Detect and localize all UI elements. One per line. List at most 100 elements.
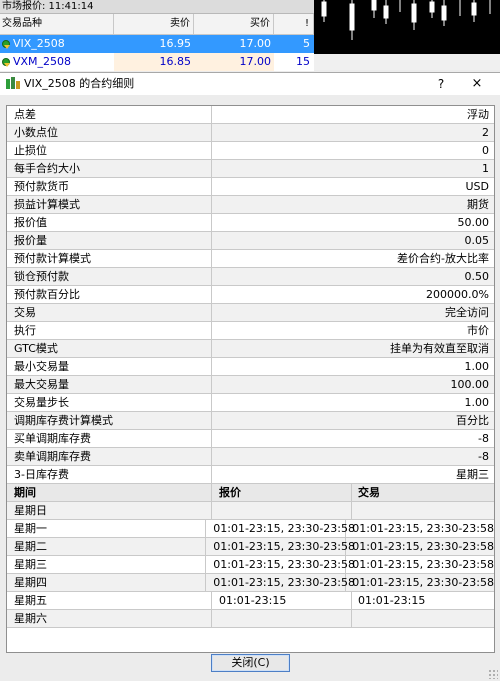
market-watch-row[interactable]: VXM_2508 16.85 17.00 15 bbox=[0, 53, 314, 71]
property-name: 买单调期库存费 bbox=[7, 430, 212, 447]
row-bid: 16.95 bbox=[159, 37, 192, 50]
market-watch-panel: 市场报价: 11:41:14 交易品种 卖价 买价 ! VIX_2508 16.… bbox=[0, 0, 314, 71]
sessions-header: 期间 报价 交易 bbox=[7, 484, 494, 502]
session-trade bbox=[352, 610, 494, 627]
property-row[interactable]: 预付款百分比 200000.0% bbox=[7, 286, 494, 304]
property-value: 200000.0% bbox=[426, 288, 489, 301]
session-trade bbox=[352, 502, 494, 519]
resize-grip-icon[interactable] bbox=[488, 669, 498, 679]
dialog-title: VIX_2508 的合约细则 bbox=[24, 77, 135, 90]
property-value: 挂单为有效直至取消 bbox=[390, 342, 489, 355]
property-row[interactable]: 锁仓预付款 0.50 bbox=[7, 268, 494, 286]
row-symbol: VXM_2508 bbox=[13, 55, 72, 68]
property-name: 执行 bbox=[7, 322, 212, 339]
property-value: 1 bbox=[482, 162, 489, 175]
session-row[interactable]: 星期一 01:01-23:15, 23:30-23:58 01:01-23:15, … bbox=[7, 520, 494, 538]
session-row[interactable]: 星期五 01:01-23:15 01:01-23:15 bbox=[7, 592, 494, 610]
session-quote bbox=[212, 610, 352, 627]
property-row[interactable]: 报价值 50.00 bbox=[7, 214, 494, 232]
session-row[interactable]: 星期三 01:01-23:15, 23:30-23:58 01:01-23:15, … bbox=[7, 556, 494, 574]
session-trade: 01:01-23:15, 23:30-23:58 bbox=[352, 540, 494, 553]
property-name: 每手合约大小 bbox=[7, 160, 212, 177]
session-row[interactable]: 星期日 bbox=[7, 502, 494, 520]
property-name: 止损位 bbox=[7, 142, 212, 159]
property-row[interactable]: 报价量 0.05 bbox=[7, 232, 494, 250]
property-name: 预付款计算模式 bbox=[7, 250, 212, 267]
chart-scrollbar[interactable] bbox=[314, 54, 500, 70]
sessions-col-trade: 交易 bbox=[358, 486, 380, 499]
property-row[interactable]: GTC模式 挂单为有效直至取消 bbox=[7, 340, 494, 358]
property-value: 完全访问 bbox=[445, 306, 489, 319]
property-row[interactable]: 最大交易量 100.00 bbox=[7, 376, 494, 394]
session-day: 星期二 bbox=[7, 538, 207, 555]
session-day: 星期六 bbox=[7, 610, 212, 627]
property-value: 100.00 bbox=[450, 378, 490, 391]
session-day: 星期四 bbox=[7, 574, 207, 591]
property-row[interactable]: 点差 浮动 bbox=[7, 106, 494, 124]
property-name: 预付款百分比 bbox=[7, 286, 212, 303]
property-row[interactable]: 预付款计算模式 差价合约-放大比率 bbox=[7, 250, 494, 268]
property-row[interactable]: 每手合约大小 1 bbox=[7, 160, 494, 178]
property-name: 交易量步长 bbox=[7, 394, 212, 411]
property-value: 期货 bbox=[467, 198, 489, 211]
session-trade: 01:01-23:15, 23:30-23:58 bbox=[352, 576, 494, 589]
property-value: 百分比 bbox=[456, 414, 489, 427]
help-icon[interactable]: ? bbox=[432, 73, 450, 95]
property-value: 0.50 bbox=[464, 270, 490, 283]
property-name: 点差 bbox=[7, 106, 212, 123]
property-row[interactable]: 损益计算模式 期货 bbox=[7, 196, 494, 214]
market-watch-row[interactable]: VIX_2508 16.95 17.00 5 bbox=[0, 35, 314, 53]
close-icon[interactable]: × bbox=[468, 73, 486, 95]
property-name: 小数点位 bbox=[7, 124, 212, 141]
session-trade: 01:01-23:15 bbox=[358, 594, 426, 607]
symbol-icon bbox=[2, 58, 10, 67]
session-row[interactable]: 星期四 01:01-23:15, 23:30-23:58 01:01-23:15, … bbox=[7, 574, 494, 592]
property-value: 0.05 bbox=[464, 234, 490, 247]
property-value: USD bbox=[465, 180, 489, 193]
property-value: 50.00 bbox=[457, 216, 490, 229]
property-value: 星期三 bbox=[456, 468, 489, 481]
property-row[interactable]: 卖单调期库存费 -8 bbox=[7, 448, 494, 466]
property-row[interactable]: 最小交易量 1.00 bbox=[7, 358, 494, 376]
property-row[interactable]: 买单调期库存费 -8 bbox=[7, 430, 494, 448]
property-row[interactable]: 小数点位 2 bbox=[7, 124, 494, 142]
session-trade: 01:01-23:15, 23:30-23:58 bbox=[352, 522, 494, 535]
property-row[interactable]: 3-日库存费 星期三 bbox=[7, 466, 494, 484]
session-quote: 01:01-23:15, 23:30-23:58 bbox=[206, 538, 355, 555]
session-quote: 01:01-23:15, 23:30-23:58 bbox=[206, 574, 355, 591]
property-value: 差价合约-放大比率 bbox=[397, 252, 489, 265]
property-name: 最小交易量 bbox=[7, 358, 212, 375]
property-row[interactable]: 交易量步长 1.00 bbox=[7, 394, 494, 412]
property-name: 卖单调期库存费 bbox=[7, 448, 212, 465]
column-bid[interactable]: 卖价 bbox=[114, 14, 194, 34]
property-name: 3-日库存费 bbox=[7, 466, 212, 483]
property-row[interactable]: 执行 市价 bbox=[7, 322, 494, 340]
market-watch-header: 交易品种 卖价 买价 ! bbox=[0, 14, 314, 35]
session-row[interactable]: 星期六 bbox=[7, 610, 494, 628]
sessions-col-period: 期间 bbox=[7, 484, 212, 501]
session-quote bbox=[212, 502, 352, 519]
contract-spec-icon bbox=[6, 77, 20, 89]
property-row[interactable]: 调期库存费计算模式 百分比 bbox=[7, 412, 494, 430]
property-row[interactable]: 止损位 0 bbox=[7, 142, 494, 160]
property-value: 市价 bbox=[467, 324, 489, 337]
property-value: 浮动 bbox=[467, 108, 489, 121]
session-day: 星期五 bbox=[7, 592, 212, 609]
property-name: 最大交易量 bbox=[7, 376, 212, 393]
property-value: 1.00 bbox=[464, 360, 490, 373]
spec-table[interactable]: 点差 浮动小数点位 2 止损位 0 每手合约大小 1 预付款货币 USD 损益计算模式 期货 报价值 5… bbox=[6, 105, 495, 653]
property-row[interactable]: 预付款货币 USD bbox=[7, 178, 494, 196]
property-name: 调期库存费计算模式 bbox=[7, 412, 212, 429]
dialog-titlebar[interactable]: VIX_2508 的合约细则 ? × bbox=[0, 73, 500, 95]
session-quote: 01:01-23:15, 23:30-23:58 bbox=[206, 556, 355, 573]
property-value: 0 bbox=[482, 144, 489, 157]
column-ask[interactable]: 买价 bbox=[194, 14, 274, 34]
column-extra[interactable]: ! bbox=[274, 14, 314, 34]
column-symbol[interactable]: 交易品种 bbox=[0, 14, 114, 34]
close-button[interactable]: 关闭(C) bbox=[211, 654, 290, 672]
row-ask: 17.00 bbox=[239, 37, 272, 50]
property-row[interactable]: 交易 完全访问 bbox=[7, 304, 494, 322]
property-name: 交易 bbox=[7, 304, 212, 321]
session-day: 星期三 bbox=[7, 556, 207, 573]
session-row[interactable]: 星期二 01:01-23:15, 23:30-23:58 01:01-23:15, … bbox=[7, 538, 494, 556]
